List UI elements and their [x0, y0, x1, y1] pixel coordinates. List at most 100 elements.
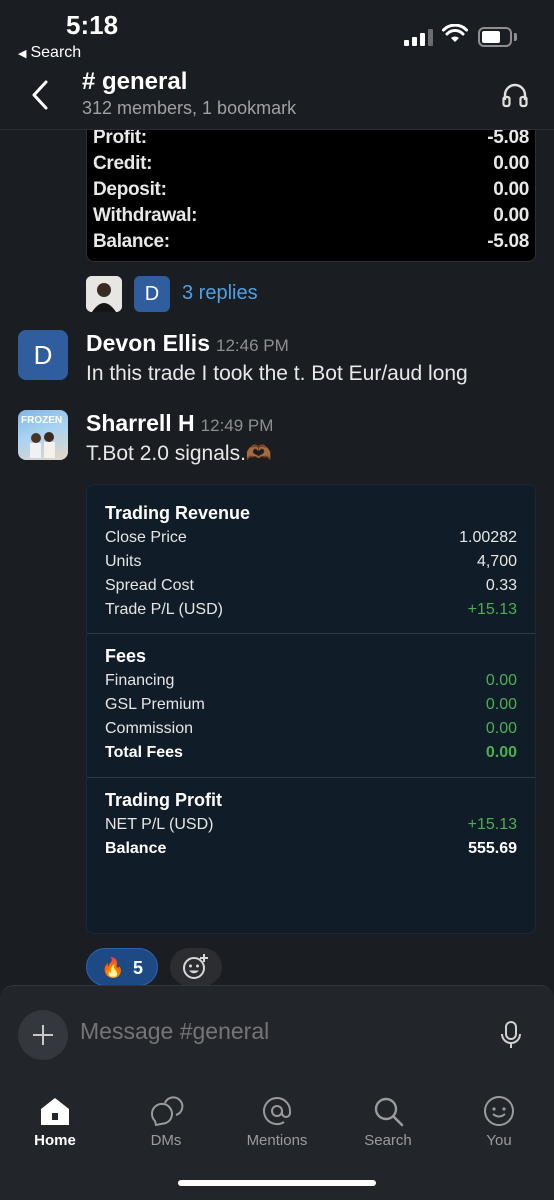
tab-label: You	[486, 1132, 512, 1149]
svg-text:FROZEN: FROZEN	[21, 415, 62, 426]
author-name[interactable]: Devon Ellis	[86, 330, 210, 356]
trading-revenue-section: Trading Revenue Close Price 1.00282 Units…	[87, 485, 535, 633]
detail-row: Financing 0.00	[105, 672, 517, 690]
account-row: Profit: -5.08	[93, 130, 529, 153]
avatar[interactable]: D	[18, 330, 68, 380]
detail-row: GSL Premium 0.00	[105, 696, 517, 714]
back-to-search-label: Search	[30, 44, 82, 61]
fire-reaction-button[interactable]: 🔥 5	[86, 948, 158, 985]
row-value: 0.00	[485, 720, 517, 737]
avatar[interactable]: FROZEN	[18, 410, 68, 460]
tab-label: Search	[364, 1132, 412, 1149]
row-label: Units	[105, 553, 142, 570]
trade-summary-image[interactable]: Trading Revenue Close Price 1.00282 Units…	[86, 484, 536, 934]
channel-header: # general 312 members, 1 bookmark	[0, 66, 554, 130]
section-title: Trading Profit	[105, 790, 222, 810]
message-text: In this trade I took the t. Bot Eur/aud …	[86, 362, 468, 385]
message-time: 12:49 PM	[200, 416, 274, 435]
microphone-icon[interactable]	[500, 1020, 522, 1050]
row-value: 4,700	[476, 553, 517, 570]
back-to-search-link[interactable]: ◀ Search	[18, 44, 81, 62]
account-row-value: -5.08	[487, 231, 529, 252]
row-value: 555.69	[468, 840, 517, 857]
battery-icon	[478, 27, 512, 47]
author-name[interactable]: Sharrell H	[86, 410, 195, 436]
account-row: Withdrawal: 0.00	[93, 205, 529, 231]
search-icon	[374, 1097, 404, 1127]
back-triangle-icon: ◀	[18, 48, 27, 60]
reply-avatar-photo	[86, 276, 122, 312]
reaction-count: 5	[133, 958, 144, 978]
channel-title[interactable]: # general	[82, 68, 187, 96]
row-label: Close Price	[105, 529, 187, 546]
wifi-icon	[442, 24, 468, 42]
tab-label: DMs	[150, 1132, 182, 1149]
add-reaction-button[interactable]	[170, 948, 222, 985]
message-text: T.Bot 2.0 signals.🫶🏾	[86, 442, 273, 465]
detail-row: Units 4,700	[105, 553, 517, 571]
row-label: Trade P/L (USD)	[105, 601, 223, 618]
detail-row: Balance 555.69	[105, 840, 517, 858]
trading-profit-section: Trading Profit NET P/L (USD) +15.13 Balan…	[87, 778, 535, 928]
message-feed[interactable]: Profit: -5.08 Credit: 0.00 Deposit: 0.00 Wi…	[0, 130, 554, 985]
fees-section: Fees Financing 0.00 GSL Premium 0.00 Commi…	[87, 634, 535, 777]
row-value: 0.00	[485, 696, 517, 713]
message-composer	[0, 985, 554, 1081]
tab-label: Home	[34, 1132, 76, 1149]
section-title: Trading Revenue	[105, 503, 251, 523]
back-chevron-icon[interactable]	[28, 78, 54, 112]
message-author[interactable]: Devon Ellis 12:46 PM	[86, 330, 289, 357]
account-row-value: 0.00	[493, 205, 529, 226]
detail-row: Spread Cost 0.33	[105, 577, 517, 595]
row-label: Commission	[105, 720, 194, 737]
account-row: Balance: -5.08	[93, 231, 529, 257]
detail-row: Commission 0.00	[105, 720, 517, 738]
message-sharrell[interactable]: FROZEN Sharrell H 12:49 PM T.Bot 2.0 sign…	[0, 410, 554, 480]
row-label: Financing	[105, 672, 175, 689]
tab-label: Mentions	[246, 1132, 308, 1149]
row-value: +15.13	[467, 601, 517, 618]
account-row-label: Profit:	[93, 130, 147, 148]
dms-icon	[150, 1096, 184, 1127]
clock: 5:18	[66, 10, 119, 40]
home-indicator[interactable]	[178, 1180, 376, 1186]
account-row-value: -5.08	[487, 130, 529, 148]
account-row-label: Deposit:	[93, 179, 167, 200]
row-label: Total Fees	[105, 744, 183, 761]
battery-tip	[514, 33, 517, 41]
channel-subtitle[interactable]: 312 members, 1 bookmark	[82, 98, 296, 119]
attach-plus-button[interactable]	[18, 1010, 68, 1060]
detail-row: Close Price 1.00282	[105, 529, 517, 547]
row-value: 0.00	[485, 672, 517, 689]
row-label: GSL Premium	[105, 696, 205, 713]
replies-link[interactable]: 3 replies	[182, 282, 258, 305]
row-label: Balance	[105, 840, 167, 857]
row-value: +15.13	[467, 816, 517, 833]
message-devon[interactable]: D Devon Ellis 12:46 PM In this trade I to…	[0, 330, 554, 400]
account-row-value: 0.00	[493, 153, 529, 174]
message-time: 12:46 PM	[215, 336, 289, 355]
detail-row: Trade P/L (USD) +15.13	[105, 601, 517, 619]
account-row: Credit: 0.00	[93, 153, 529, 179]
account-row: Deposit: 0.00	[93, 179, 529, 205]
add-reaction-icon	[183, 954, 208, 979]
account-row-label: Withdrawal:	[93, 205, 198, 226]
detail-row: Total Fees 0.00	[105, 744, 517, 762]
message-author[interactable]: Sharrell H 12:49 PM	[86, 410, 273, 437]
account-row-value: 0.00	[493, 179, 529, 200]
fire-icon: 🔥	[101, 958, 125, 979]
home-icon	[41, 1098, 69, 1125]
detail-row: NET P/L (USD) +15.13	[105, 816, 517, 834]
status-bar: 5:18 ◀ Search	[0, 0, 554, 70]
row-label: NET P/L (USD)	[105, 816, 214, 833]
row-label: Spread Cost	[105, 577, 194, 594]
reply-avatar-d: D	[134, 276, 170, 312]
headphones-icon[interactable]	[500, 80, 530, 110]
cellular-signal-icon	[404, 28, 434, 46]
row-value: 0.00	[485, 744, 517, 761]
account-summary-image[interactable]: Profit: -5.08 Credit: 0.00 Deposit: 0.00 Wi…	[86, 130, 536, 262]
section-title: Fees	[105, 646, 147, 666]
message-input[interactable]	[80, 1018, 480, 1045]
row-value: 0.33	[485, 577, 517, 594]
account-row-label: Credit:	[93, 153, 153, 174]
